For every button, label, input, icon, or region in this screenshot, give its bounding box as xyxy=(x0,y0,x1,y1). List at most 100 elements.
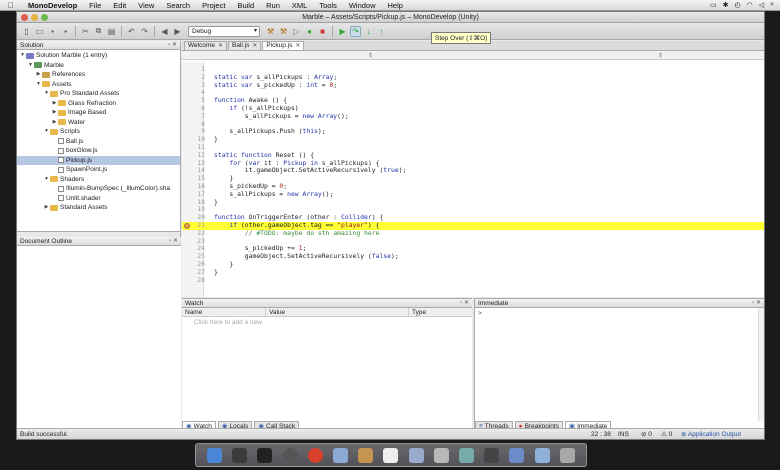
zoom-window-button[interactable] xyxy=(41,14,48,21)
dashboard-icon[interactable] xyxy=(232,447,248,463)
application-output-button[interactable]: ⊕ Application Output xyxy=(681,429,741,440)
close-tab-icon[interactable]: ✕ xyxy=(295,42,300,50)
step-into-icon[interactable]: ↓ xyxy=(363,26,374,37)
attach-debugger-icon[interactable]: ● xyxy=(304,26,315,37)
chrome-icon[interactable] xyxy=(307,447,323,463)
member-dropdown-icon[interactable]: ⇕ xyxy=(658,52,663,59)
rebuild-icon[interactable]: ⚒ xyxy=(278,26,289,37)
expanded-arrow-icon[interactable]: ▼ xyxy=(43,89,50,99)
expanded-arrow-icon[interactable]: ▼ xyxy=(43,175,50,185)
tree-item[interactable]: Illumin-BumpSpec (_IllumColor).sha xyxy=(17,184,180,194)
save-icon[interactable]: ▪ xyxy=(47,26,58,37)
save-all-icon[interactable]: ▪ xyxy=(60,26,71,37)
immediate-input[interactable]: > xyxy=(475,308,764,319)
preview-icon[interactable] xyxy=(333,447,349,463)
tree-item[interactable]: ▶ Standard Assets xyxy=(17,203,180,213)
tree-item[interactable]: boxGlow.js xyxy=(17,146,180,156)
tree-item[interactable]: Ball.js xyxy=(17,137,180,147)
undo-icon[interactable]: ↶ xyxy=(126,26,137,37)
expanded-arrow-icon[interactable]: ▼ xyxy=(43,127,50,137)
collapsed-arrow-icon[interactable]: ▶ xyxy=(43,203,50,213)
close-tab-icon[interactable]: ✕ xyxy=(252,42,257,50)
tree-item[interactable]: ▶ Image Based xyxy=(17,108,180,118)
collapsed-arrow-icon[interactable]: ▶ xyxy=(35,70,42,80)
collapsed-arrow-icon[interactable]: ▶ xyxy=(51,108,58,118)
trash-icon[interactable] xyxy=(559,447,575,463)
code-line[interactable]: 10} xyxy=(182,135,764,144)
time-machine-icon[interactable]: ◴ xyxy=(734,1,740,9)
bluetooth-icon[interactable]: ✱ xyxy=(723,1,729,9)
breakpoint-arrow-icon[interactable] xyxy=(184,223,190,229)
pane-controls-icon[interactable]: ▫ ✕ xyxy=(169,237,178,246)
finder-icon[interactable] xyxy=(207,447,223,463)
close-window-button[interactable] xyxy=(21,14,28,21)
menu-build[interactable]: Build xyxy=(231,1,260,10)
editor-tab[interactable]: Ball.js ✕ xyxy=(228,41,262,50)
column-name[interactable]: Name xyxy=(182,308,266,316)
step-out-icon[interactable]: ↑ xyxy=(376,26,387,37)
menu-search[interactable]: Search xyxy=(160,1,196,10)
immediate-scrollbar[interactable] xyxy=(758,308,764,421)
code-line[interactable]: 28 xyxy=(182,276,764,285)
unity-icon[interactable] xyxy=(484,447,500,463)
redo-icon[interactable]: ↷ xyxy=(139,26,150,37)
type-dropdown-icon[interactable]: ⇕ xyxy=(368,52,373,59)
continue-icon[interactable]: ▶ xyxy=(337,26,348,37)
tree-item[interactable]: ▼ Marble xyxy=(17,61,180,71)
run-icon[interactable]: ▷ xyxy=(291,26,302,37)
volume-icon[interactable]: ◁ xyxy=(759,1,764,9)
menu-run[interactable]: Run xyxy=(260,1,286,10)
tree-item[interactable]: ▼ Pro Standard Assets xyxy=(17,89,180,99)
menu-app-name[interactable]: MonoDevelop xyxy=(22,1,83,10)
new-file-icon[interactable]: ▯ xyxy=(21,26,32,37)
expanded-arrow-icon[interactable]: ▼ xyxy=(27,61,34,71)
tree-item[interactable]: Unlit.shader xyxy=(17,194,180,204)
tree-item[interactable]: ▼ Shaders xyxy=(17,175,180,185)
cut-icon[interactable]: ✂ xyxy=(80,26,91,37)
forward-icon[interactable]: ▶ xyxy=(172,26,183,37)
add-watch-placeholder[interactable]: Click here to add a new xyxy=(182,317,472,326)
open-file-icon[interactable]: ▭ xyxy=(34,26,45,37)
paste-icon[interactable]: ▤ xyxy=(106,26,117,37)
menu-project[interactable]: Project xyxy=(196,1,231,10)
tree-item[interactable]: ▼ Scripts xyxy=(17,127,180,137)
tree-item[interactable]: ▼ Assets xyxy=(17,80,180,90)
column-type[interactable]: Type xyxy=(409,308,472,316)
editor-tab[interactable]: Welcome ✕ xyxy=(184,41,228,50)
copy-icon[interactable]: ⧉ xyxy=(93,26,104,37)
battery-icon[interactable]: ▭ xyxy=(710,1,717,9)
pane-controls-icon[interactable]: ▫ ✕ xyxy=(168,41,177,50)
clock-icon[interactable] xyxy=(257,447,273,463)
tree-item[interactable]: ▶ References xyxy=(17,70,180,80)
menu-file[interactable]: File xyxy=(83,1,107,10)
menu-view[interactable]: View xyxy=(132,1,160,10)
tree-item[interactable]: ▼ Solution Marble (1 entry) xyxy=(17,51,180,61)
tree-item[interactable]: ▶ Water xyxy=(17,118,180,128)
expanded-arrow-icon[interactable]: ▼ xyxy=(19,51,26,61)
code-line[interactable]: 18} xyxy=(182,198,764,207)
code-line[interactable]: 27} xyxy=(182,268,764,277)
menu-window[interactable]: Window xyxy=(343,1,382,10)
code-text-area[interactable]: 1 2 static var s_allPickups : Array; 3 stati… xyxy=(182,62,764,297)
calendar-icon[interactable] xyxy=(383,447,399,463)
code-line[interactable]: 17 s_allPickups = new Array(); xyxy=(182,190,764,199)
tree-item[interactable]: SpawnPoint.js xyxy=(17,165,180,175)
cyberduck-icon[interactable] xyxy=(458,447,474,463)
expanded-arrow-icon[interactable]: ▼ xyxy=(35,80,42,90)
itunes-icon[interactable] xyxy=(408,447,424,463)
code-line[interactable]: 25 gameObject.SetActiveRecursively (fals… xyxy=(182,252,764,261)
editor-tab[interactable]: Pickup.js ✕ xyxy=(262,41,305,50)
column-value[interactable]: Value xyxy=(266,308,409,316)
system-preferences-icon[interactable] xyxy=(282,447,298,463)
code-line[interactable]: 14 it.gameObject.SetActiveRecursively (t… xyxy=(182,166,764,175)
minimize-window-button[interactable] xyxy=(31,14,38,21)
tree-item[interactable]: ▶ Glass Refraction xyxy=(17,99,180,109)
build-icon[interactable]: ⚒ xyxy=(265,26,276,37)
code-line[interactable]: 9 s_allPickups.Push (this); xyxy=(182,127,764,136)
stop-icon[interactable]: ■ xyxy=(317,26,328,37)
step-over-icon[interactable]: ↷ xyxy=(350,25,361,37)
collapsed-arrow-icon[interactable]: ▶ xyxy=(51,118,58,128)
pane-controls-icon[interactable]: ▫ ✕ xyxy=(752,299,761,308)
configuration-select[interactable]: Debug xyxy=(188,25,260,37)
code-line[interactable]: 26 } xyxy=(182,260,764,269)
